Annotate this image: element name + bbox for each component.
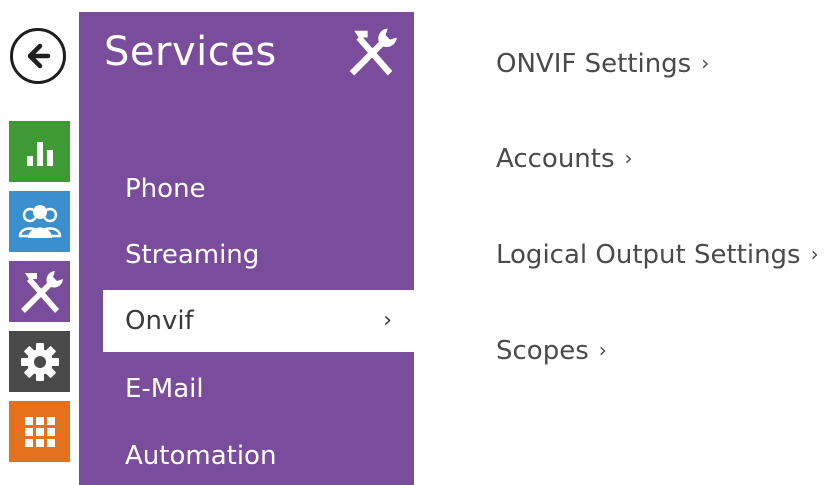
nav-item-label: Automation bbox=[125, 441, 277, 471]
scopes-link[interactable]: Scopes › bbox=[496, 333, 607, 370]
services-panel: Services Phone Streaming Onvif › E-Mail … bbox=[79, 12, 414, 485]
tools-icon bbox=[20, 270, 63, 313]
chevron-right-icon: › bbox=[598, 338, 607, 362]
tools-icon bbox=[349, 28, 397, 76]
bar-chart-icon bbox=[26, 141, 53, 166]
grid-icon bbox=[24, 416, 55, 447]
rail-item-system[interactable] bbox=[9, 331, 70, 392]
rail-item-directory[interactable] bbox=[9, 191, 70, 252]
chevron-right-icon: › bbox=[383, 308, 392, 333]
back-button[interactable] bbox=[10, 28, 66, 84]
nav-item-automation[interactable]: Automation bbox=[79, 425, 414, 485]
users-icon bbox=[18, 204, 61, 238]
gear-icon bbox=[20, 342, 59, 381]
chevron-right-icon: › bbox=[701, 51, 710, 75]
nav-item-streaming[interactable]: Streaming bbox=[79, 224, 414, 286]
link-label: Logical Output Settings bbox=[496, 240, 801, 270]
rail-item-status[interactable] bbox=[9, 121, 70, 182]
rail-item-applications[interactable] bbox=[9, 401, 70, 462]
nav-item-phone[interactable]: Phone bbox=[79, 158, 414, 220]
rail-item-services[interactable] bbox=[9, 261, 70, 322]
onvif-settings-link[interactable]: ONVIF Settings › bbox=[496, 46, 709, 83]
app-root: Services Phone Streaming Onvif › E-Mail … bbox=[0, 0, 827, 485]
chevron-right-icon: › bbox=[810, 242, 819, 266]
panel-title: Services bbox=[104, 29, 277, 75]
arrow-left-icon bbox=[27, 43, 51, 69]
nav-item-label: Phone bbox=[125, 174, 206, 204]
chevron-right-icon: › bbox=[624, 146, 633, 170]
link-label: Accounts bbox=[496, 144, 615, 174]
logical-output-settings-link[interactable]: Logical Output Settings › bbox=[496, 237, 819, 274]
nav-item-label: E-Mail bbox=[125, 374, 204, 404]
nav-item-label: Onvif bbox=[125, 306, 194, 336]
nav-item-onvif[interactable]: Onvif › bbox=[103, 290, 414, 352]
accounts-link[interactable]: Accounts › bbox=[496, 141, 633, 178]
link-label: Scopes bbox=[496, 336, 589, 366]
nav-item-label: Streaming bbox=[125, 240, 260, 270]
nav-item-email[interactable]: E-Mail bbox=[79, 358, 414, 420]
link-label: ONVIF Settings bbox=[496, 49, 692, 79]
